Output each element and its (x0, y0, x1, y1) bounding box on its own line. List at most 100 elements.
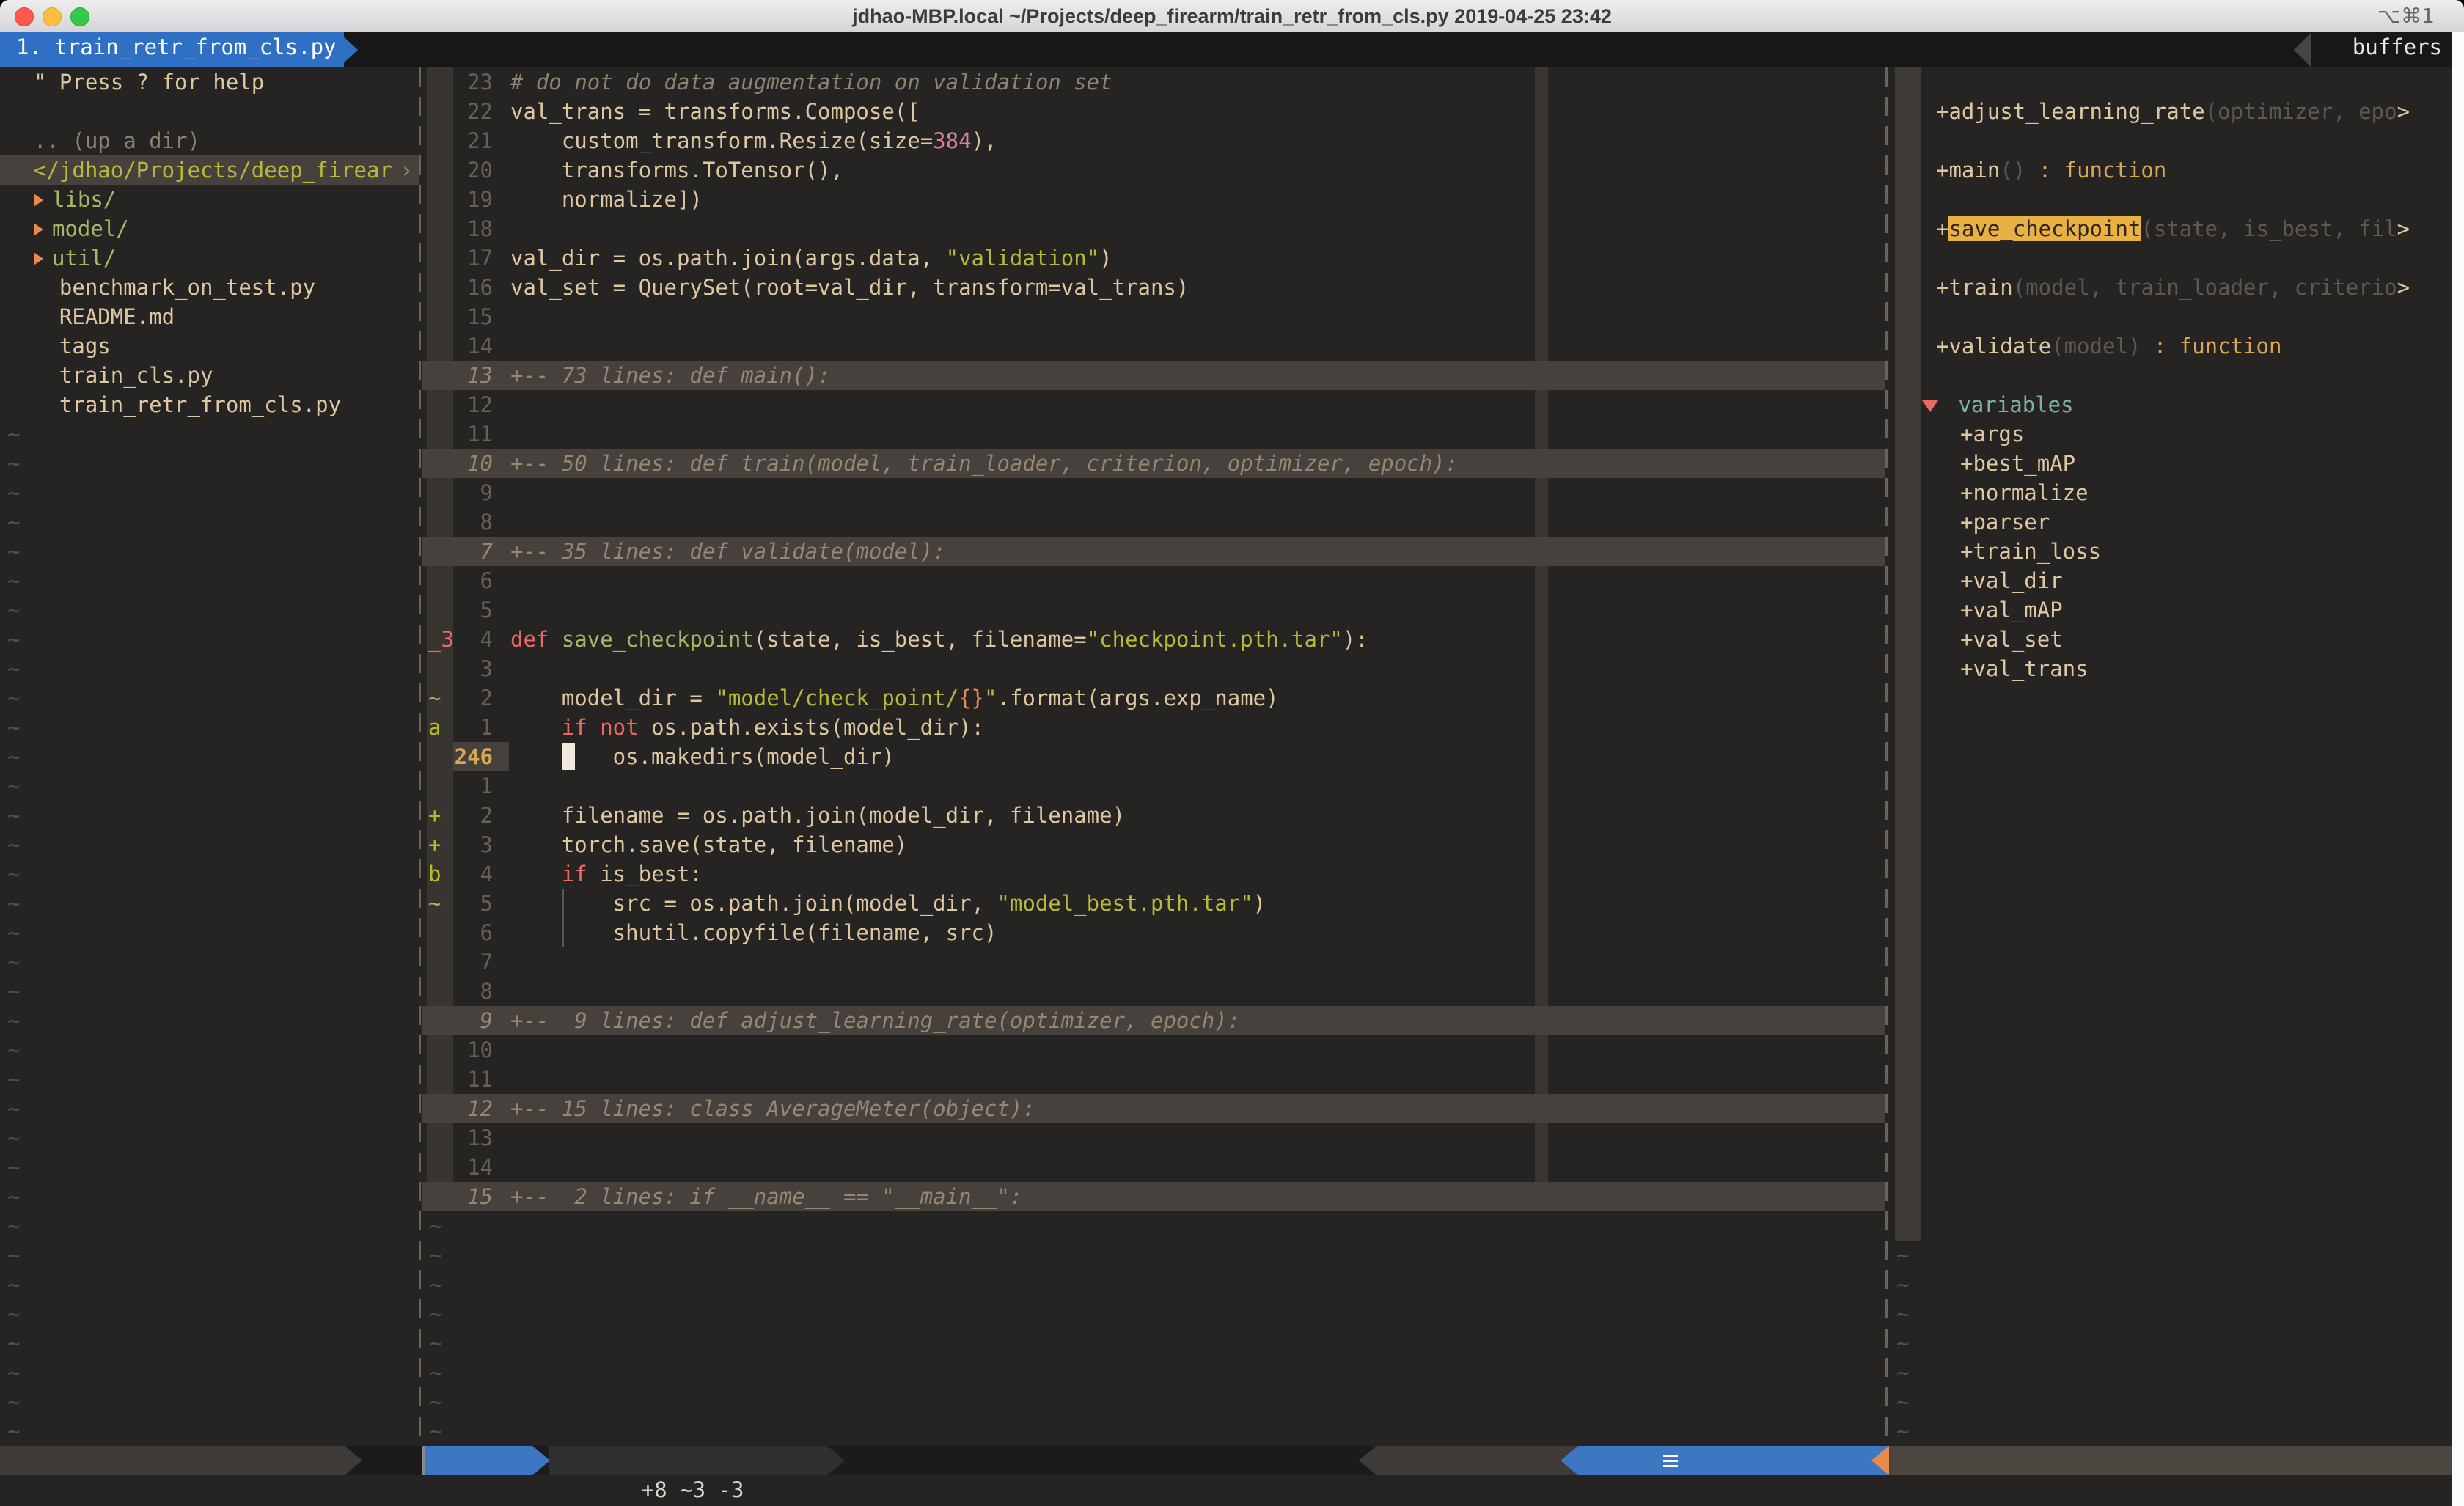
code-line[interactable]: 10 (422, 1035, 1885, 1065)
code-line[interactable]: a1 if not os.path.exists(model_dir): (422, 713, 1885, 742)
code-line[interactable]: 6 shutil.copyfile(filename, src) (422, 918, 1885, 947)
tagbar-tag[interactable]: +save_checkpoint(state, is_best, fil> (1889, 214, 2452, 243)
sign-column (427, 1123, 453, 1153)
code-token: normalize]) (510, 187, 703, 212)
tagbar-tag[interactable]: +validate(model) : function (1889, 331, 2452, 361)
code-line[interactable]: _34def save_checkpoint(state, is_best, f… (422, 625, 1885, 654)
code-line[interactable]: 14 (422, 1153, 1885, 1182)
line-number: 14 (453, 331, 493, 361)
tagbar-section[interactable]: variables (1889, 390, 2452, 419)
tree-item-file[interactable]: benchmark_on_test.py (0, 273, 419, 302)
code-line[interactable]: 14 (422, 331, 1885, 361)
code-token: save_checkpoint (562, 627, 754, 652)
code-token: # do not do data augmentation on validat… (510, 70, 1112, 95)
fold-line[interactable]: 7+-- 35 lines: def validate(model): (422, 537, 1885, 566)
tree-file-name: tags (34, 334, 111, 359)
tagbar-tag[interactable]: +adjust_learning_rate(optimizer, epo> (1889, 97, 2452, 126)
code-line[interactable]: 6 (422, 566, 1885, 595)
line-number: 21 (453, 126, 493, 155)
tree-item-dir[interactable]: libs/ (0, 185, 419, 214)
command-line[interactable] (0, 1475, 2464, 1506)
empty-line-tilde: ~ (7, 1094, 20, 1123)
code-line[interactable]: 17val_dir = os.path.join(args.data, "val… (422, 243, 1885, 273)
tagbar-tag[interactable]: +train_loss (1889, 537, 2452, 566)
tag-token: +train (1936, 275, 2013, 300)
code-token: filename = os.path.join(model_dir, filen… (510, 803, 1125, 828)
fold-text: +-- 2 lines: if __name__ == "__main__": (510, 1182, 1022, 1211)
tagbar-tag[interactable]: +val_trans (1889, 654, 2452, 683)
code-line[interactable]: 19 normalize]) (422, 185, 1885, 214)
tree-file-name: README.md (34, 304, 175, 329)
code-line[interactable]: ~2 model_dir = "model/check_point/{}".fo… (422, 683, 1885, 713)
fold-line[interactable]: 12+-- 15 lines: class AverageMeter(objec… (422, 1094, 1885, 1123)
tree-file-name: train_cls.py (34, 363, 213, 388)
sign-column (427, 331, 453, 361)
code-line[interactable]: 23# do not do data augmentation on valid… (422, 67, 1885, 97)
code-line[interactable]: 246 os.makedirs(model_dir) (422, 742, 1885, 771)
code-line[interactable]: 1 (422, 771, 1885, 801)
tree-item-file[interactable]: train_cls.py (0, 361, 419, 390)
fold-line[interactable]: 10+-- 50 lines: def train(model, train_l… (422, 449, 1885, 478)
code-line[interactable]: 18 (422, 214, 1885, 243)
tagbar-tag[interactable]: +args (1889, 419, 2452, 449)
tagbar-tag[interactable]: +val_mAP (1889, 595, 2452, 625)
code-line[interactable]: b4 if is_best: (422, 859, 1885, 889)
tag-token: +val_set (1960, 627, 2063, 652)
code-line[interactable]: 11 (422, 419, 1885, 449)
tree-item-dir[interactable]: util/ (0, 243, 419, 273)
scrollbar[interactable] (2452, 32, 2464, 1506)
empty-line-tilde: ~ (7, 889, 20, 918)
window-separator-right[interactable] (1885, 67, 1888, 1446)
tagbar-tag[interactable]: +parser (1889, 507, 2452, 537)
tag-token: (model) (2051, 334, 2141, 359)
code-line[interactable]: 7 (422, 947, 1885, 977)
tagbar-tag[interactable]: +train(model, train_loader, criterio> (1889, 273, 2452, 302)
tree-item-dir[interactable]: model/ (0, 214, 419, 243)
tagbar-tag[interactable]: +best_mAP (1889, 449, 2452, 478)
line-number: 17 (453, 243, 493, 273)
powerline-arrow-icon (1561, 1446, 1578, 1475)
code-line[interactable]: 12 (422, 390, 1885, 419)
code-line[interactable]: 9 (422, 478, 1885, 507)
code-line[interactable]: +3 torch.save(state, filename) (422, 830, 1885, 859)
code-line[interactable]: 5 (422, 595, 1885, 625)
code-line[interactable]: 11 (422, 1065, 1885, 1094)
line-number: 12 (453, 390, 493, 419)
code-line[interactable]: 15 (422, 302, 1885, 331)
tree-dir-name: util/ (52, 246, 116, 271)
code-line[interactable]: 20 transforms.ToTensor(), (422, 155, 1885, 185)
empty-line-tilde: ~ (7, 419, 20, 449)
line-number: 2 (453, 683, 493, 713)
code-line[interactable]: 3 (422, 654, 1885, 683)
tree-item-file[interactable]: tags (0, 331, 419, 361)
code-line[interactable]: ~5 src = os.path.join(model_dir, "model_… (422, 889, 1885, 918)
tagbar-tag[interactable]: +val_set (1889, 625, 2452, 654)
tree-item-file[interactable]: train_retr_from_cls.py (0, 390, 419, 419)
code-line[interactable]: 8 (422, 977, 1885, 1006)
tab-train-retr-from-cls[interactable]: 1. train_retr_from_cls.py (0, 32, 344, 67)
line-number: 3 (453, 654, 493, 683)
code-line[interactable]: 21 custom_transform.Resize(size=384), (422, 126, 1885, 155)
tagbar-tag[interactable]: +main() : function (1889, 155, 2452, 185)
tree-item-file[interactable]: README.md (0, 302, 419, 331)
fold-line[interactable]: 9+-- 9 lines: def adjust_learning_rate(o… (422, 1006, 1885, 1035)
code-line[interactable]: 16val_set = QuerySet(root=val_dir, trans… (422, 273, 1885, 302)
fold-line[interactable]: 15 +-- 2 lines: if __name__ == "__main__"… (422, 1182, 1885, 1211)
line-number: 10 (453, 1035, 493, 1065)
sign-column (427, 155, 453, 185)
tagbar-tag[interactable]: +val_dir (1889, 566, 2452, 595)
gutter-sign: b (428, 859, 441, 889)
line-number: 15 (453, 1182, 493, 1211)
code-line[interactable]: +2 filename = os.path.join(model_dir, fi… (422, 801, 1885, 830)
code-line[interactable]: 13 (422, 1123, 1885, 1153)
empty-line-tilde: ~ (430, 1417, 442, 1446)
tree-root[interactable]: </jdhao/Projects/deep_firear› (0, 155, 419, 185)
code-line[interactable]: 8 (422, 507, 1885, 537)
window-separator-left[interactable] (419, 67, 421, 1446)
tree-root-path: </jdhao/Projects/deep_firear (34, 155, 392, 185)
tagbar-tag[interactable]: +normalize (1889, 478, 2452, 507)
line-number: 6 (453, 918, 493, 947)
tree-text-line: .. (up a dir) (0, 126, 419, 155)
code-line[interactable]: 22val_trans = transforms.Compose([ (422, 97, 1885, 126)
fold-line[interactable]: 13+-- 73 lines: def main(): (422, 361, 1885, 390)
